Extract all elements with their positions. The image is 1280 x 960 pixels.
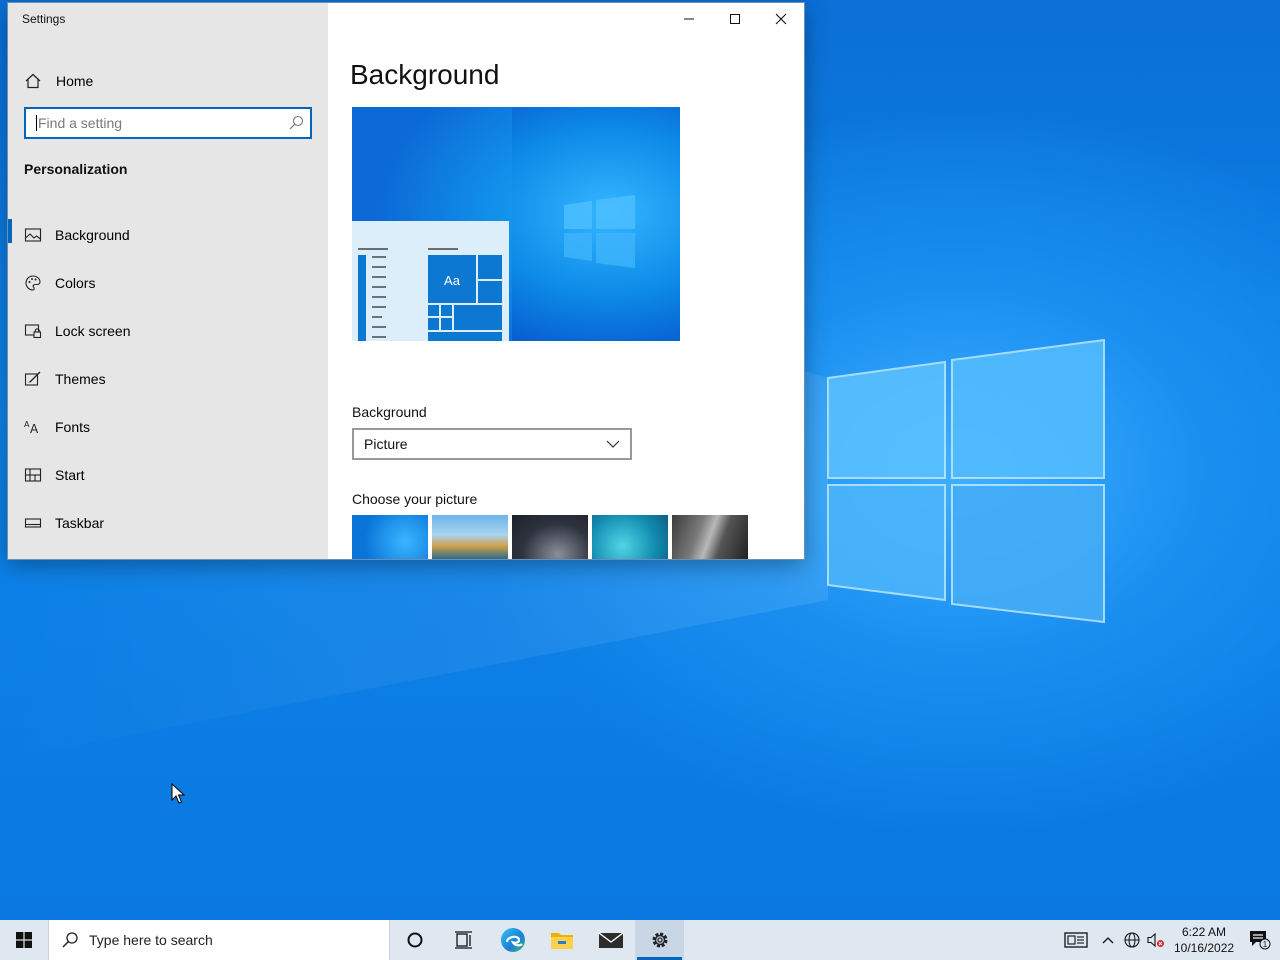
main-content: Background Aa Background Picture Choose …	[328, 3, 804, 559]
close-button[interactable]	[758, 3, 804, 35]
edge-button[interactable]	[488, 920, 537, 960]
minimize-button[interactable]	[666, 3, 712, 35]
home-link[interactable]: Home	[24, 67, 314, 95]
show-hidden-icons-button[interactable]	[1096, 920, 1120, 960]
home-icon	[25, 73, 41, 89]
chevron-up-icon	[1102, 937, 1114, 944]
windows-start-icon	[16, 932, 32, 948]
mail-icon	[598, 932, 623, 948]
volume-button[interactable]	[1144, 920, 1168, 960]
fonts-icon: A A	[24, 420, 39, 436]
search-icon[interactable]	[288, 115, 304, 131]
sidebar-item-label: Taskbar	[55, 515, 105, 531]
picture-icon	[24, 228, 42, 242]
settings-icon	[652, 932, 667, 948]
lock-screen-icon	[24, 324, 42, 339]
volume-muted-icon	[1147, 932, 1164, 948]
sidebar-item-fonts[interactable]: A A Fonts	[8, 403, 328, 451]
find-setting-input[interactable]	[36, 115, 288, 131]
taskbar-search-box[interactable]: Type here to search	[48, 920, 390, 960]
sidebar-item-label: Fonts	[55, 419, 91, 435]
preview-image: Aa	[352, 107, 680, 341]
edge-icon	[500, 928, 525, 952]
cortana-icon	[407, 932, 422, 948]
themes-icon	[24, 371, 41, 386]
choose-picture-label: Choose your picture	[352, 491, 478, 507]
cortana-button[interactable]	[390, 920, 439, 960]
sidebar-item-taskbar[interactable]: Taskbar	[8, 499, 328, 547]
notification-icon: 1	[1250, 931, 1271, 950]
taskbar: Type here to search 6:22 AM 10/16/2022 1	[0, 920, 1280, 960]
sidebar-item-lock-screen[interactable]: Lock screen	[8, 307, 328, 355]
picture-thumbnail[interactable]	[592, 515, 668, 559]
maximize-icon	[730, 14, 740, 24]
page-title: Background	[350, 59, 500, 90]
task-view-icon	[454, 931, 472, 949]
settings-window: Settings Home Personalization Background	[8, 3, 804, 559]
sidebar-item-label: Start	[55, 467, 85, 483]
minimize-icon	[684, 18, 694, 20]
close-icon	[775, 13, 787, 25]
sidebar-item-colors[interactable]: Colors	[8, 259, 328, 307]
background-dropdown[interactable]: Picture	[352, 428, 632, 460]
section-title: Personalization	[24, 161, 128, 177]
news-icon	[1064, 932, 1088, 948]
sidebar-item-label: Themes	[55, 371, 106, 387]
clock-date: 10/16/2022	[1174, 941, 1235, 955]
maximize-button[interactable]	[712, 3, 758, 35]
network-button[interactable]	[1120, 920, 1144, 960]
network-globe-icon	[1124, 932, 1140, 948]
taskbar-icon	[24, 518, 42, 528]
sidebar-item-background[interactable]: Background	[8, 211, 328, 259]
notification-count: 1	[1263, 940, 1268, 949]
file-explorer-button[interactable]	[537, 920, 586, 960]
picture-thumbnails	[352, 515, 752, 559]
background-dropdown-value: Picture	[364, 436, 408, 452]
file-explorer-icon	[550, 933, 573, 949]
mouse-cursor-icon	[171, 783, 185, 804]
search-icon	[62, 932, 78, 948]
system-tray: 6:22 AM 10/16/2022 1	[1056, 920, 1280, 960]
sidebar-item-label: Background	[55, 227, 130, 243]
sidebar-item-label: Lock screen	[55, 323, 131, 339]
home-label: Home	[56, 73, 94, 89]
picture-thumbnail[interactable]	[432, 515, 508, 559]
task-view-button[interactable]	[439, 920, 488, 960]
window-controls	[666, 3, 804, 35]
picture-thumbnail[interactable]	[512, 515, 588, 559]
clock-time: 6:22 AM	[1181, 925, 1227, 939]
settings-button[interactable]	[635, 920, 684, 960]
action-center-button[interactable]: 1	[1240, 920, 1280, 960]
find-setting-box[interactable]	[24, 107, 312, 139]
sidebar: Settings Home Personalization Background	[8, 3, 328, 559]
preview-tile-text: Aa	[444, 273, 461, 288]
window-title: Settings	[22, 12, 66, 26]
start-button[interactable]	[0, 920, 48, 960]
chevron-down-icon	[606, 440, 620, 448]
palette-icon	[25, 275, 41, 291]
start-icon	[24, 468, 42, 482]
mail-button[interactable]	[586, 920, 635, 960]
svg-text:A: A	[30, 422, 39, 436]
news-button[interactable]	[1056, 920, 1096, 960]
clock[interactable]: 6:22 AM 10/16/2022	[1168, 924, 1240, 956]
sidebar-nav: Background Colors Lock screen Themes A A…	[8, 211, 328, 547]
sidebar-item-start[interactable]: Start	[8, 451, 328, 499]
background-label: Background	[352, 404, 427, 420]
background-preview: Aa	[352, 107, 680, 341]
sidebar-item-themes[interactable]: Themes	[8, 355, 328, 403]
taskbar-search-placeholder: Type here to search	[89, 932, 213, 948]
sidebar-item-label: Colors	[55, 275, 96, 291]
picture-thumbnail[interactable]	[352, 515, 428, 559]
picture-thumbnail[interactable]	[672, 515, 748, 559]
